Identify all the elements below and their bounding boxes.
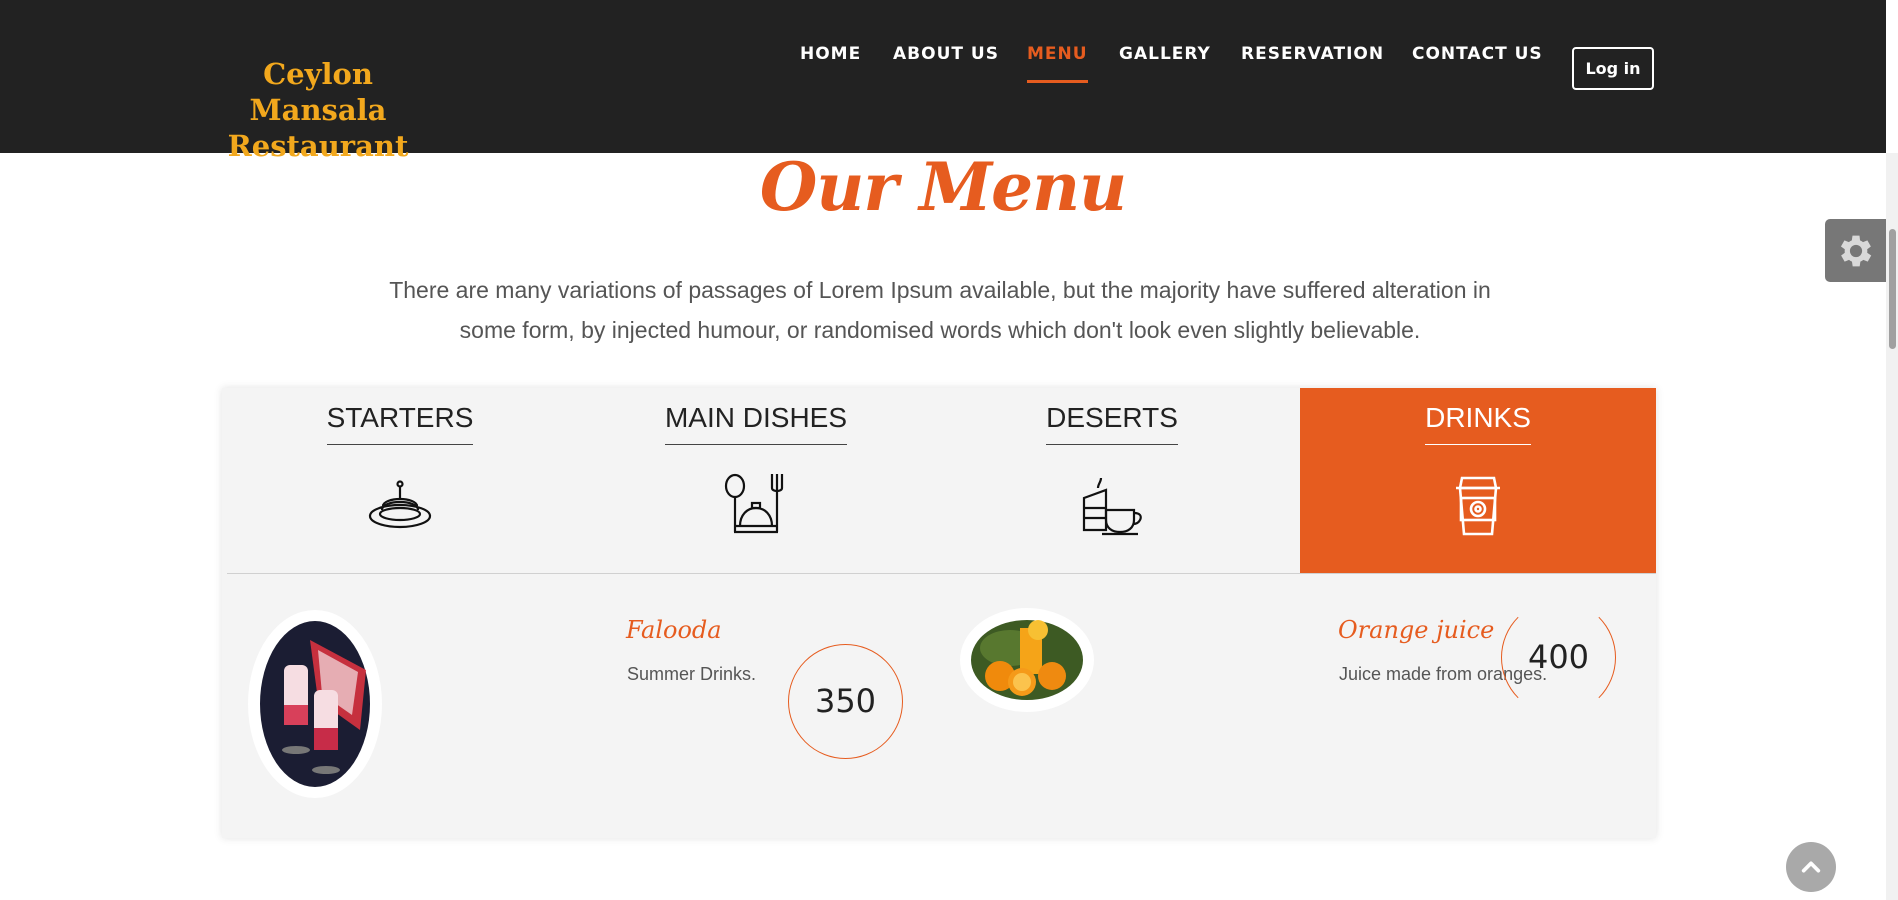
scroll-top-button[interactable] [1786,842,1836,892]
nav-menu-label: MENU [1027,44,1088,64]
menu-intro-text: There are many variations of passages of… [389,277,1491,343]
item-name-orange-juice: Orange juice [1338,616,1495,644]
item-desc-falooda: Summer Drinks. [627,664,757,684]
cake-coffee-icon [1082,477,1142,536]
nav-home[interactable]: HOME [800,44,861,64]
price-badge-orange-juice: 400 [1501,600,1616,715]
tab-starters-label: STARTERS [326,402,474,445]
nav-reservation[interactable]: RESERVATION [1241,44,1384,64]
tab-deserts[interactable]: DESERTS [934,388,1290,574]
nav-contact-us[interactable]: CONTACT US [1412,44,1543,64]
page-scrollbar[interactable] [1886,153,1898,900]
scrollbar-thumb[interactable] [1889,229,1896,349]
tab-deserts-label: DESERTS [1046,402,1178,445]
tab-main-dishes[interactable]: MAIN DISHES [578,388,934,574]
nav-gallery[interactable]: GALLERY [1119,44,1211,64]
item-name-falooda: Falooda [626,616,722,644]
nav-about-us[interactable]: ABOUT US [893,44,999,64]
site-header: Ceylon Mansala Restaurant HOME ABOUT US … [0,0,1886,163]
gear-icon [1840,235,1872,266]
nav-active-underline [1027,80,1088,83]
tab-main-dishes-label: MAIN DISHES [664,402,848,445]
falooda-image [248,610,382,798]
tab-drinks[interactable]: DRINKS [1300,388,1656,574]
page-title: Our Menu [759,148,1127,226]
tab-drinks-label: DRINKS [1425,402,1531,445]
orange-juice-image [960,608,1094,712]
chevron-up-icon [1801,861,1821,873]
tab-starters[interactable]: STARTERS [222,388,578,574]
tab-divider [227,573,1656,574]
price-badge-falooda: 350 [788,644,903,759]
nav-menu[interactable]: MENU [1027,44,1088,83]
coffee-cup-icon [1456,476,1500,536]
menu-panel: STARTERS MAIN DISHES DESERTS DRINKS Falo… [222,388,1656,838]
pancake-plate-icon [368,480,432,529]
settings-button[interactable] [1825,219,1887,282]
cloche-cutlery-icon [724,473,784,534]
login-button[interactable]: Log in [1572,47,1654,90]
